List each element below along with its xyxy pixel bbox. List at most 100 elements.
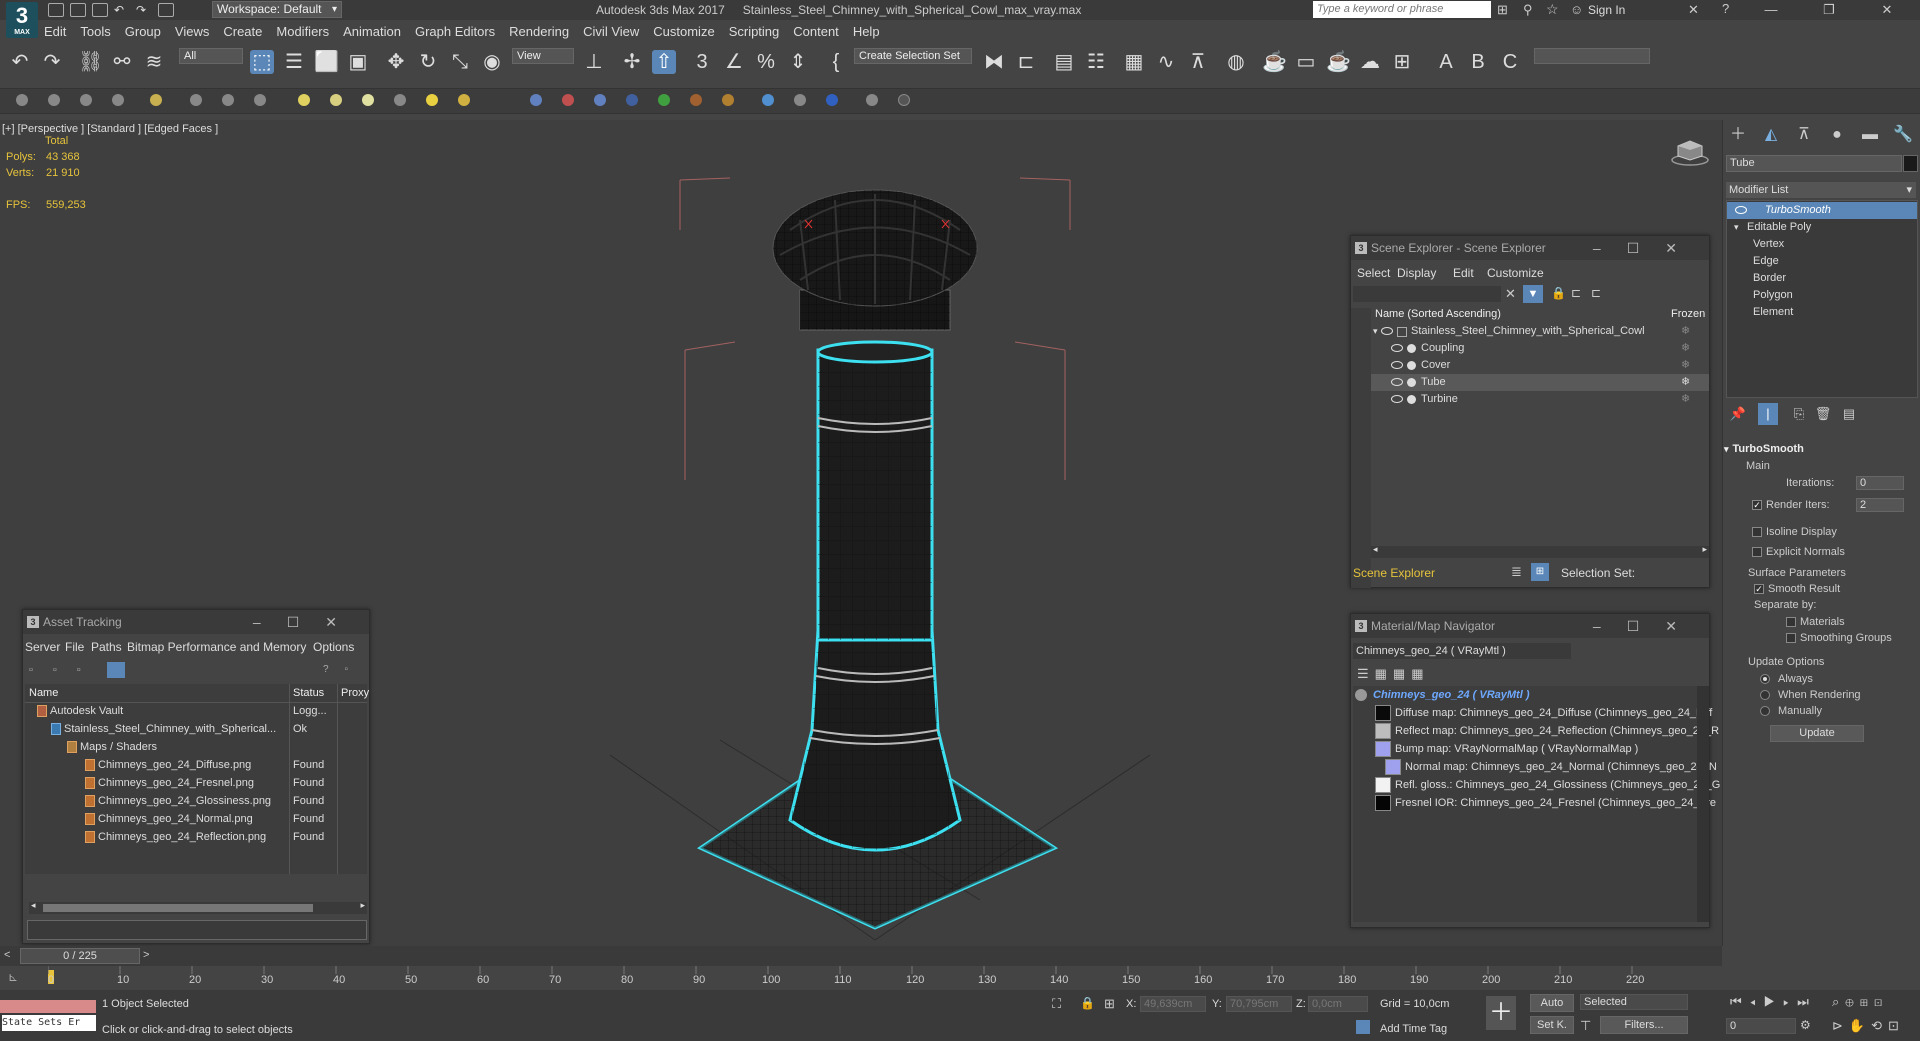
vray-light-4-icon[interactable] — [394, 94, 406, 106]
vray-geo-2-icon[interactable] — [562, 94, 574, 106]
maxscript-listener-strip[interactable] — [0, 1000, 96, 1013]
menu-group[interactable]: Group — [125, 24, 161, 39]
asset-menu-options[interactable]: Options — [313, 640, 354, 654]
vray-geo-3-icon[interactable] — [594, 94, 606, 106]
table-row[interactable]: Autodesk Vault — [37, 702, 123, 720]
update-button[interactable]: Update — [1770, 725, 1864, 742]
freeze-icon[interactable]: ❄ — [1681, 391, 1690, 408]
navigator-view-mode-icons[interactable]: ☰▦▦▦ — [1357, 666, 1430, 682]
modify-tab-icon[interactable]: ◭ — [1760, 124, 1782, 146]
freeze-icon[interactable]: ❄ — [1681, 357, 1690, 374]
bind-spacewarp-icon[interactable]: ≋ — [142, 50, 166, 74]
turbosmooth-rollout-title[interactable]: ▾ TurboSmooth — [1724, 443, 1804, 455]
expand-triangle-icon[interactable]: ▾ — [1734, 219, 1739, 236]
expand-triangle-icon[interactable]: ▾ — [1373, 323, 1378, 340]
smooth-result-checkbox[interactable]: ✓ — [1754, 584, 1764, 594]
vray-tool-4-icon[interactable] — [112, 94, 124, 106]
material-map-row-gloss[interactable]: Refl. gloss.: Chimneys_geo_24_Glossiness… — [1395, 776, 1720, 794]
scale-icon[interactable]: ⤡ — [448, 50, 472, 74]
asset-menu-server[interactable]: Server — [25, 640, 60, 654]
redo-icon[interactable]: ↷ — [136, 3, 152, 17]
stack-item-editable-poly[interactable]: ▾ Editable Poly — [1727, 219, 1917, 236]
favorites-star-icon[interactable]: ☆ — [1546, 1, 1559, 18]
app-logo[interactable]: 3 MAX — [6, 2, 38, 38]
place-icon[interactable]: ◉ — [480, 50, 504, 74]
vray-tool-5-icon[interactable] — [150, 94, 162, 106]
expand-all-icon[interactable]: ⊏ — [1591, 286, 1601, 300]
vertical-scrollbar[interactable] — [1697, 686, 1709, 922]
tree-row-coupling[interactable]: Coupling ❄ — [1371, 340, 1709, 357]
time-slider-thumb[interactable]: 0 / 225 — [20, 948, 140, 964]
menu-views[interactable]: Views — [175, 24, 209, 39]
vray-geo-4-icon[interactable] — [626, 94, 638, 106]
column-header-status[interactable]: Status — [293, 684, 324, 702]
render-iters-checkbox[interactable]: ✓ — [1752, 500, 1762, 510]
menu-edit[interactable]: Edit — [44, 24, 66, 39]
rectangular-selection-icon[interactable]: ⬜ — [314, 50, 339, 74]
column-header-name[interactable]: Name (Sorted Ascending) — [1375, 308, 1501, 320]
vray-tool-1-icon[interactable] — [16, 94, 28, 106]
key-filter-dropdown[interactable]: Selected — [1580, 994, 1688, 1010]
viewport-label-menu[interactable]: [+] [Perspective ] [Standard ] [Edged Fa… — [2, 123, 218, 135]
new-file-icon[interactable] — [48, 3, 64, 17]
menu-content[interactable]: Content — [793, 24, 839, 39]
viewcube-icon[interactable] — [1670, 138, 1710, 166]
create-tab-icon[interactable]: ＋ — [1727, 124, 1749, 146]
asset-menu-paths[interactable]: Paths — [91, 640, 122, 654]
render-iters-spinner[interactable]: 2 — [1856, 498, 1904, 512]
move-icon[interactable]: ✥ — [384, 50, 408, 74]
render-in-cloud-icon[interactable]: ☁ — [1358, 50, 1382, 74]
vray-geo-7-icon[interactable] — [722, 94, 734, 106]
scene-explorer-name-dropdown[interactable]: Scene Explorer — [1353, 566, 1435, 580]
undo-icon[interactable]: ↶ — [8, 50, 32, 74]
utilities-tab-icon[interactable]: 🔧 — [1892, 124, 1914, 146]
mirror-icon[interactable]: ⧓ — [982, 50, 1006, 74]
hierarchy-tab-icon[interactable]: ⊼ — [1793, 124, 1815, 146]
isolate-selection-icon[interactable]: ⛶ — [1052, 996, 1061, 1012]
vray-tool-2-icon[interactable] — [48, 94, 60, 106]
hierarchy-mode-icon[interactable]: ⊞ — [1531, 563, 1549, 581]
scene-explorer-titlebar[interactable]: 3 Scene Explorer - Scene Explorer –☐✕ — [1351, 236, 1709, 260]
current-material-field[interactable]: Chimneys_geo_24 ( VRayMtl ) — [1353, 643, 1571, 659]
scene-explorer-menu-edit[interactable]: Edit — [1453, 266, 1474, 280]
material-root-row[interactable]: Chimneys_geo_24 ( VRayMtl ) — [1355, 686, 1530, 704]
close-x-icon[interactable]: ✕ — [1688, 2, 1699, 18]
help-search-input[interactable]: Type a keyword or phrase — [1313, 1, 1491, 18]
state-sets-field[interactable]: State Sets Er — [2, 1015, 96, 1031]
tree-row-turbine[interactable]: Turbine ❄ — [1371, 391, 1709, 408]
scene-explorer-search-field[interactable] — [1353, 286, 1501, 302]
layers-icon[interactable]: ≣ — [1511, 564, 1522, 580]
user-icon[interactable]: ☺ — [1570, 2, 1583, 17]
material-editor-icon[interactable]: ◍ — [1224, 50, 1248, 74]
object-color-swatch[interactable] — [1903, 155, 1918, 172]
scene-explorer-menu-select[interactable]: Select — [1357, 266, 1390, 280]
layer-explorer-icon[interactable]: ☷ — [1084, 50, 1108, 74]
community-icon[interactable]: ⚲ — [1523, 2, 1533, 18]
vray-c-icon[interactable]: C — [1498, 50, 1522, 74]
hierarchy-sort-icon[interactable]: ⊏ — [1571, 286, 1581, 300]
stack-item-element[interactable]: Element — [1727, 304, 1917, 321]
stack-item-polygon[interactable]: Polygon — [1727, 287, 1917, 304]
vray-tool-11-icon[interactable] — [826, 94, 838, 106]
curve-editor-mini-icon[interactable]: ⊾ — [8, 970, 18, 984]
restore-icon[interactable]: ❐ — [1800, 0, 1858, 20]
remove-modifier-icon[interactable]: 🗑 — [1812, 403, 1834, 425]
key-mode-icon[interactable]: ⊤ — [1580, 1018, 1591, 1034]
material-map-row-reflect[interactable]: Reflect map: Chimneys_geo_24_Reflection … — [1395, 722, 1719, 740]
stack-item-edge[interactable]: Edge — [1727, 253, 1917, 270]
eye-icon[interactable] — [1391, 344, 1403, 352]
table-row[interactable]: Chimneys_geo_24_Glossiness.png — [85, 792, 271, 810]
schematic-view-icon[interactable]: ⊼ — [1186, 50, 1210, 74]
next-frame-arrow-icon[interactable]: > — [143, 949, 149, 961]
z-coord-field[interactable]: 0,0cm — [1308, 996, 1368, 1012]
stack-item-vertex[interactable]: Vertex — [1727, 236, 1917, 253]
menu-animation[interactable]: Animation — [343, 24, 401, 39]
render-setup-icon[interactable]: ☕ — [1262, 50, 1287, 74]
column-header-proxy[interactable]: Proxy — [341, 684, 369, 702]
set-key-button[interactable]: Set K. — [1530, 1016, 1574, 1034]
vray-geo-5-icon[interactable] — [658, 94, 670, 106]
table-row[interactable]: Chimneys_geo_24_Reflection.png — [85, 828, 266, 846]
vray-tool-10-icon[interactable] — [794, 94, 806, 106]
asset-grid-view-icon[interactable] — [107, 662, 125, 678]
table-row[interactable]: Maps / Shaders — [67, 738, 157, 756]
